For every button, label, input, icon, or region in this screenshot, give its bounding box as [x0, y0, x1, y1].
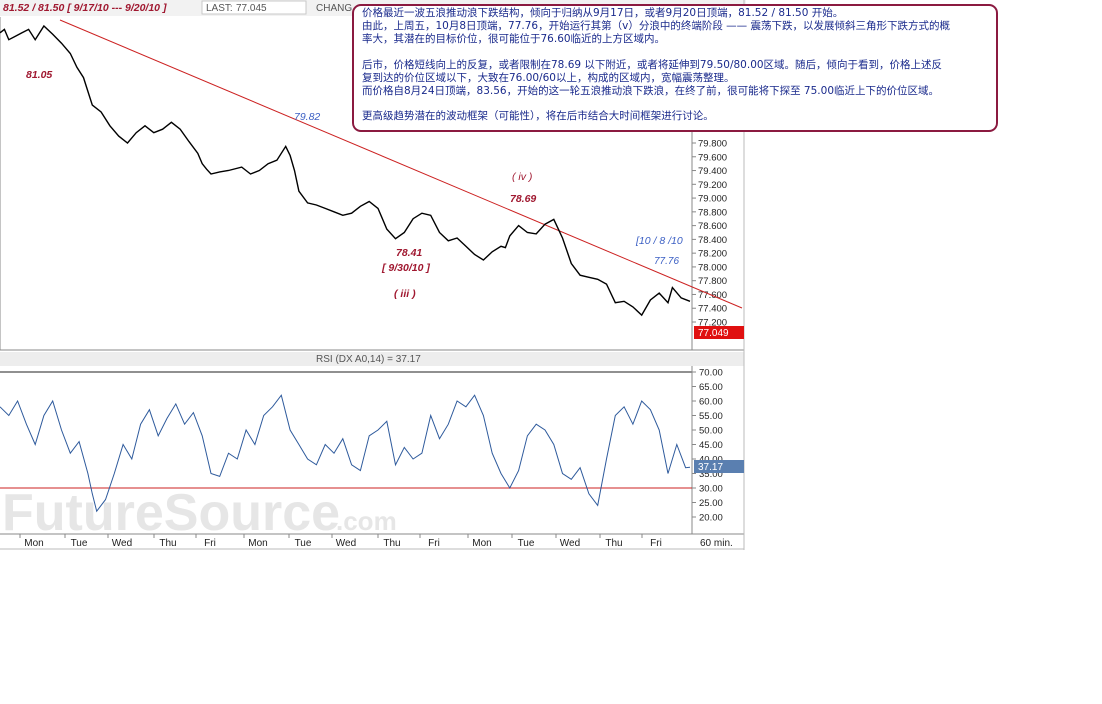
annotation-78-41: 78.41 [396, 247, 422, 259]
x-unit-label: 60 min. [700, 538, 733, 549]
watermark-main: FutureSource [2, 484, 340, 542]
price-tick-label-8: 78.200 [698, 249, 727, 260]
annotation-77-76: 77.76 [654, 256, 679, 267]
price-tick-label-0: 79.800 [698, 139, 727, 150]
x-tick-label-7: Wed [336, 538, 356, 549]
price-badge: 77.049 [698, 328, 729, 339]
x-tick-label-1: Tue [71, 538, 88, 549]
rsi-tick-label-5: 45.00 [699, 440, 723, 451]
x-tick-label-4: Fri [204, 538, 216, 549]
last-value: 77.045 [236, 3, 267, 14]
price-tick-label-5: 78.800 [698, 207, 727, 218]
price-tick-label-4: 79.000 [698, 194, 727, 205]
rsi-tick-label-3: 55.00 [699, 411, 723, 422]
rsi-tick-label-0: 70.00 [699, 368, 723, 379]
annotation-9-30-10: [ 9/30/10 ] [381, 262, 430, 274]
x-tick-label-5: Mon [248, 538, 267, 549]
note-gap [362, 98, 996, 110]
note-line: 率大，其潜在的目标价位，很可能位于76.60临近的上方区域内。 [362, 33, 666, 46]
rsi-label: RSI (DX A0,14) = 37.17 [316, 354, 421, 365]
x-tick-label-0: Mon [24, 538, 43, 549]
x-tick-label-10: Mon [472, 538, 491, 549]
x-tick-label-6: Tue [295, 538, 312, 549]
note-line: 复到达的价位区域以下，大致在76.00/60以上，构成的区域内，宽幅震荡整理。 [362, 71, 735, 84]
rsi-tick-label-4: 50.00 [699, 426, 723, 437]
price-tick-label-12: 77.400 [698, 304, 727, 315]
annotation-wave-iv: ( iv ) [512, 171, 532, 183]
change-label: CHANG [316, 3, 352, 14]
note-line: 而价格自8月24日顶端，83.56，开始的这一轮五浪推动浪下跌浪，在终了前，很可… [362, 85, 939, 98]
price-tick-label-6: 78.600 [698, 221, 727, 232]
rsi-tick-label-1: 65.00 [699, 382, 723, 393]
range-label: 81.52 / 81.50 [ 9/17/10 --- 9/20/10 ] [3, 2, 167, 14]
rsi-tick-label-10: 20.00 [699, 513, 723, 524]
note-line: 价格最近一波五浪推动浪下跌结构，倾向于归纳从9月17日，或者9月20日顶端，81… [362, 7, 844, 19]
x-tick-label-14: Fri [650, 538, 662, 549]
x-tick-label-11: Tue [518, 538, 535, 549]
annotation-wave-iii: ( iii ) [394, 288, 416, 300]
annotation-78-69: 78.69 [510, 193, 536, 205]
price-tick-label-10: 77.800 [698, 276, 727, 287]
note-line: 后市，价格短线向上的反复，或者限制在78.69 以下附近，或者将延伸到79.50… [362, 58, 943, 71]
price-tick-label-1: 79.600 [698, 152, 727, 163]
rsi-tick-label-8: 30.00 [699, 484, 723, 495]
analysis-note-box: 价格最近一波五浪推动浪下跌结构，倾向于归纳从9月17日，或者9月20日顶端，81… [352, 4, 998, 132]
x-tick-label-2: Wed [112, 538, 132, 549]
price-tick-label-2: 79.400 [698, 166, 727, 177]
price-tick-label-9: 78.000 [698, 262, 727, 273]
note-line: 更高级趋势潜在的波动框架（可能性），将在后市结合大时间框架进行讨论。 [362, 110, 714, 123]
rsi-tick-label-9: 25.00 [699, 498, 723, 509]
x-tick-label-8: Thu [383, 538, 400, 549]
x-tick-label-3: Thu [159, 538, 176, 549]
last-label: LAST: [206, 3, 233, 14]
price-tick-label-7: 78.400 [698, 235, 727, 246]
price-tick-label-3: 79.200 [698, 180, 727, 191]
x-tick-label-12: Wed [560, 538, 580, 549]
note-gap [362, 47, 996, 59]
x-tick-label-13: Thu [605, 538, 622, 549]
rsi-badge: 37.17 [698, 462, 723, 473]
rsi-tick-label-2: 60.00 [699, 397, 723, 408]
watermark-suffix: .com [336, 506, 397, 536]
x-tick-label-9: Fri [428, 538, 440, 549]
annotation-10-8-10: [10 / 8 /10 [635, 235, 683, 247]
note-line: 由此，上周五，10月8日顶端，77.76，开始运行其第（v）分浪中的终端阶段 —… [362, 20, 950, 33]
annotation-79-82: 79.82 [294, 111, 320, 123]
annotation-81-05: 81.05 [26, 69, 52, 81]
